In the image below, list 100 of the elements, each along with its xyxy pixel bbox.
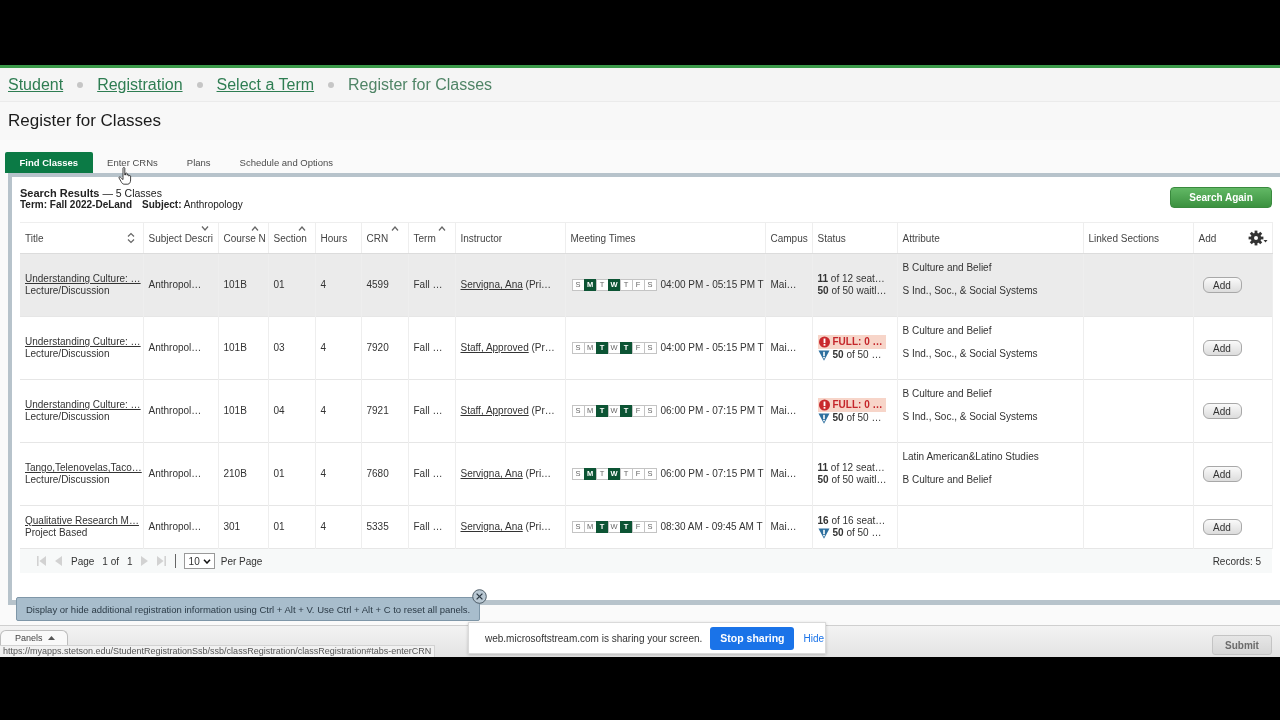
page-total: 1 <box>127 555 133 567</box>
breadcrumb-link[interactable]: Registration <box>97 75 183 94</box>
table-cell: 4 <box>315 505 361 549</box>
sort-descending-icon[interactable] <box>200 225 209 231</box>
schedule-type: Lecture/Discussion <box>25 285 111 297</box>
schedule-type: Lecture/Discussion <box>25 411 111 423</box>
add-button[interactable]: Add <box>1202 277 1242 293</box>
table-cell: 4 <box>315 379 361 443</box>
per-page-label: Per Page <box>220 555 263 567</box>
add-button[interactable]: Add <box>1202 466 1242 482</box>
table-cell: Mai… <box>765 253 812 317</box>
instructor-link[interactable]: Servigna, Ana <box>460 279 523 290</box>
panels-button[interactable]: Panels <box>0 630 68 645</box>
table-cell: 101B <box>218 253 268 317</box>
tab[interactable]: Find Classes <box>5 152 93 173</box>
sort-ascending-icon[interactable] <box>250 225 259 231</box>
stop-sharing-button[interactable]: Stop sharing <box>710 626 795 650</box>
settings-icon[interactable] <box>1247 230 1268 246</box>
table-cell: Anthropol… <box>143 316 218 380</box>
course-title-link[interactable]: Understanding Culture: … <box>25 399 138 411</box>
tab[interactable]: Schedule and Options <box>225 152 348 173</box>
instructor-link[interactable]: Staff, Approved <box>460 405 529 416</box>
table-cell: Mai… <box>765 379 812 443</box>
results-heading: Search Results — 5 Classes <box>20 187 163 199</box>
add-button[interactable]: Add <box>1202 519 1242 535</box>
column-header: Hours <box>320 232 348 244</box>
link-status-url: https://myapps.stetson.edu/StudentRegistrationSsb/ssb/classRegistration/classRegistration#tabs-enterCRN <box>0 645 436 657</box>
page-title: Register for Classes <box>8 111 162 131</box>
table-cell: 301 <box>218 505 268 549</box>
separator-dot-icon <box>196 81 203 88</box>
caret-icon <box>47 636 55 640</box>
course-title-link[interactable]: Understanding Culture: … <box>25 273 138 285</box>
status-text: 50 of 50 … <box>832 349 882 361</box>
breadcrumb-link[interactable]: Student <box>8 75 64 94</box>
hide-link[interactable]: Hide <box>803 632 825 644</box>
attribute-text: B Culture and Belief <box>902 261 993 275</box>
separator-dot-icon <box>328 81 335 88</box>
tab[interactable]: Enter CRNs <box>92 152 173 173</box>
meeting-time: 04:00 PM - 05:15 PM T <box>660 279 764 291</box>
instructor-role: (Pri… <box>525 279 552 290</box>
table-cell: 01 <box>268 505 315 549</box>
instructor-role: (Pri… <box>525 468 552 479</box>
table-cell: 7921 <box>361 379 408 443</box>
status-text: 50 of 50 … <box>832 412 882 424</box>
table-cell: Fall … <box>408 505 455 549</box>
schedule-type: Lecture/Discussion <box>25 474 111 486</box>
column-header: Add <box>1198 232 1217 244</box>
table-cell: Anthropol… <box>143 253 218 317</box>
status-text: FULL: 0 … <box>832 399 883 411</box>
status-text: FULL: 0 … <box>832 336 883 348</box>
add-button[interactable]: Add <box>1202 403 1242 419</box>
status-text: 11 of 12 seat… <box>817 462 886 474</box>
table-cell: Fall … <box>408 442 455 506</box>
column-header: Linked Sections <box>1088 232 1160 244</box>
sort-icon[interactable] <box>126 232 135 244</box>
schedule-type: Lecture/Discussion <box>25 348 111 360</box>
share-message: web.microsoftstream.com is sharing your screen. <box>485 632 703 644</box>
status-text: 11 of 12 seat… <box>817 273 886 285</box>
close-icon[interactable] <box>472 589 488 604</box>
breadcrumb-current: Register for Classes <box>348 75 493 94</box>
page-label: Page <box>71 555 95 567</box>
attribute-text: S Ind., Soc., & Social Systems <box>902 347 1039 361</box>
subject-text: Subject: Anthropology <box>142 199 243 211</box>
sort-ascending-icon[interactable] <box>437 225 446 231</box>
chevron-down-icon <box>202 558 211 564</box>
attribute-text: S Ind., Soc., & Social Systems <box>902 284 1039 298</box>
attribute-text: S Ind., Soc., & Social Systems <box>902 410 1039 424</box>
table-cell: 210B <box>218 442 268 506</box>
table-cell: 03 <box>268 316 315 380</box>
table-cell: Anthropol… <box>143 505 218 549</box>
column-header[interactable]: Title <box>25 232 44 244</box>
column-header[interactable]: CRN <box>366 232 389 244</box>
attribute-text: B Culture and Belief <box>902 324 993 338</box>
column-header: Meeting Times <box>570 232 636 244</box>
tab[interactable]: Plans <box>172 152 226 173</box>
page-size-select[interactable]: 10 <box>183 553 215 569</box>
instructor-link[interactable]: Servigna, Ana <box>460 468 523 479</box>
status-text: 50 of 50 … <box>832 527 882 539</box>
records-count: Records: 5 <box>1212 555 1261 567</box>
add-button[interactable]: Add <box>1202 340 1242 356</box>
instructor-link[interactable]: Staff, Approved <box>460 342 529 353</box>
breadcrumb-link[interactable]: Select a Term <box>216 75 315 94</box>
course-title-link[interactable]: Qualitative Research M… <box>25 515 138 527</box>
sort-ascending-icon[interactable] <box>297 225 306 231</box>
course-title-link[interactable]: Understanding Culture: … <box>25 336 138 348</box>
column-header: Campus <box>770 232 808 244</box>
instructor-role: (Pr… <box>531 342 555 353</box>
table-cell: 7920 <box>361 316 408 380</box>
meeting-time: 06:00 PM - 07:15 PM T <box>660 468 764 480</box>
term-text: Term: Fall 2022-DeLand <box>20 199 133 211</box>
table-cell: Fall … <box>408 316 455 380</box>
column-header[interactable]: Term <box>413 232 436 244</box>
instructor-link[interactable]: Servigna, Ana <box>460 521 523 532</box>
meeting-time: 06:00 PM - 07:15 PM T <box>660 405 764 417</box>
attribute-text: B Culture and Belief <box>902 387 993 401</box>
sort-ascending-icon[interactable] <box>390 225 399 231</box>
attribute-text: Latin American&Latino Studies <box>902 450 1040 464</box>
table-cell: Mai… <box>765 316 812 380</box>
table-cell: Fall … <box>408 253 455 317</box>
table-cell: 4 <box>315 442 361 506</box>
